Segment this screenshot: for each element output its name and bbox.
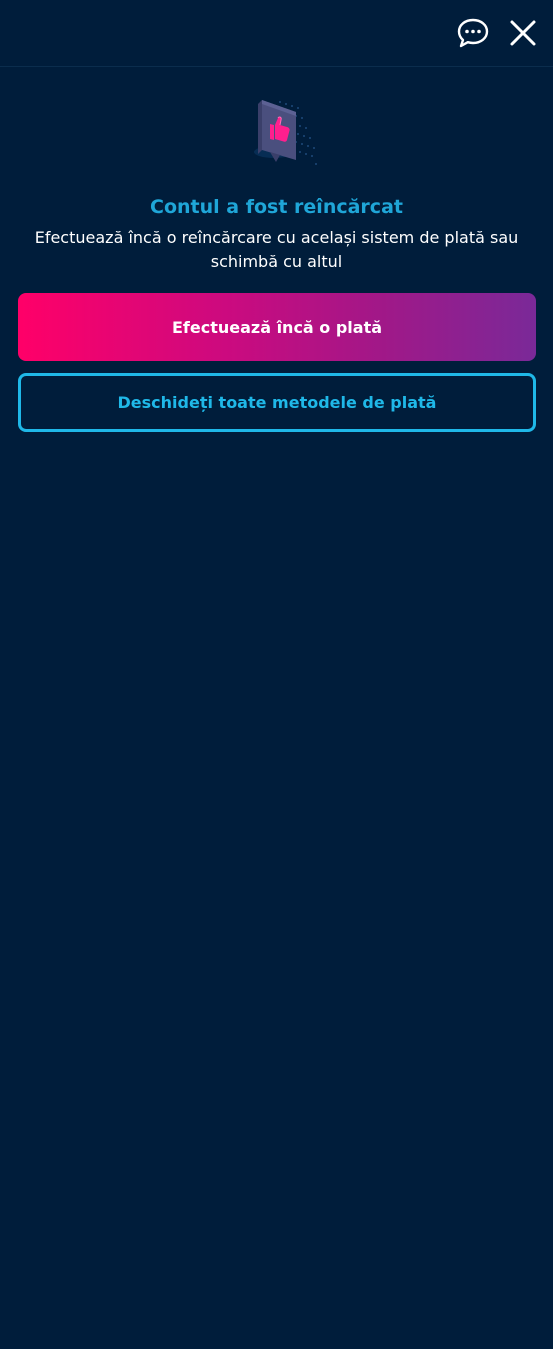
open-all-payment-methods-button[interactable]: Deschideți toate metodele de plată (18, 373, 536, 432)
thumbs-up-card-icon (254, 100, 317, 165)
success-message: Efectuează încă o reîncărcare cu același… (34, 228, 519, 271)
success-title: Contul a fost reîncărcat (150, 196, 403, 218)
close-icon[interactable] (508, 18, 538, 48)
payment-success-screen: Contul a fost reîncărcat Efectuează încă… (0, 0, 553, 1349)
top-bar (0, 0, 553, 67)
chat-bubble-icon[interactable] (456, 16, 490, 50)
make-another-payment-button[interactable]: Efectuează încă o plată (18, 293, 536, 361)
